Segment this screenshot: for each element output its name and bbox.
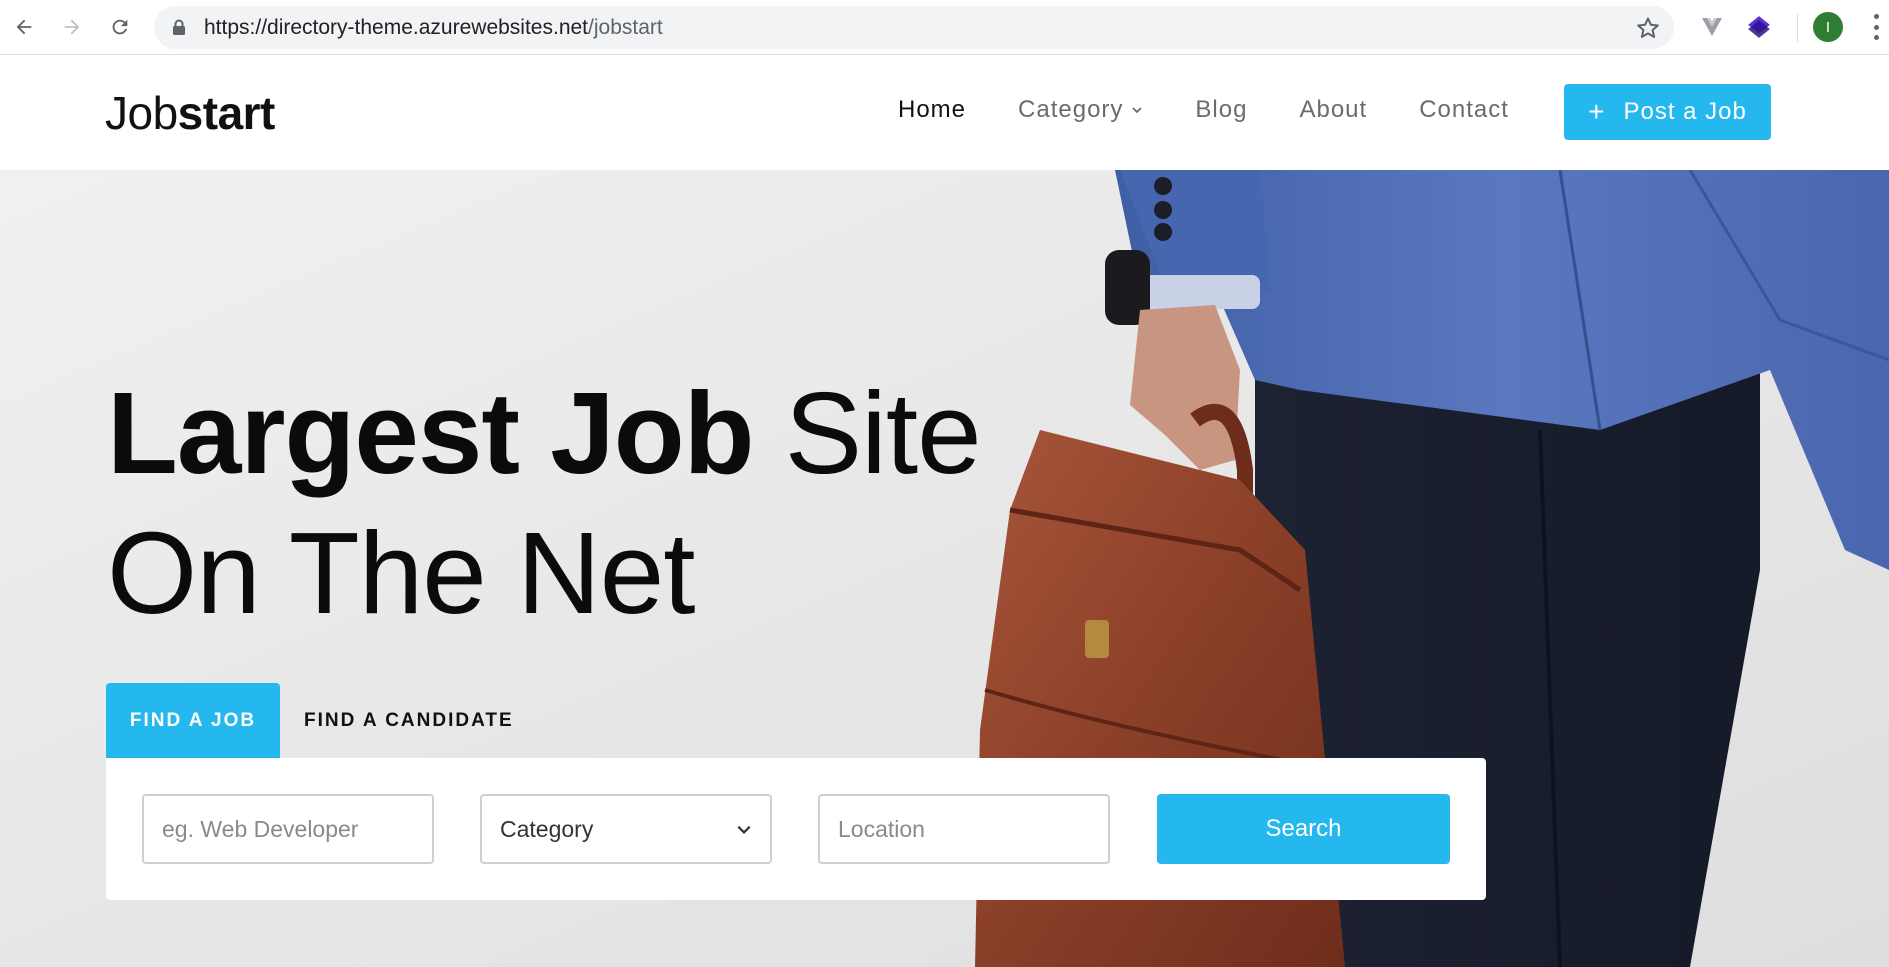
tab-find-a-candidate[interactable]: FIND A CANDIDATE [280,683,538,758]
bookmark-star-icon[interactable] [1636,16,1660,40]
post-a-job-label: Post a Job [1623,98,1747,125]
url-path: /jobstart [588,16,663,39]
location-field[interactable] [818,794,1110,864]
nav-about[interactable]: About [1299,96,1367,124]
vue-icon [1702,18,1722,36]
main-navigation: Home Category Blog About Contact [898,96,1561,124]
address-bar[interactable]: https://directory-theme.azurewebsites.ne… [154,6,1674,49]
back-button[interactable] [10,13,38,41]
headline-light: Site [753,368,982,498]
profile-avatar[interactable]: I [1813,12,1843,42]
layers-icon [1748,16,1770,38]
location-input[interactable] [838,815,1108,843]
tab-find-a-job[interactable]: FIND A JOB [106,683,280,758]
browser-toolbar: https://directory-theme.azurewebsites.ne… [0,0,1889,55]
hero-section: Largest Job Site On The Net FIND A JOB F… [0,170,1889,967]
category-select-value: Category [500,815,594,842]
arrow-left-icon [16,19,32,35]
logo-bold-text: start [177,87,276,139]
lock-icon [173,19,185,35]
headline-line-2: On The Net [107,508,696,638]
hero-headline: Largest Job Site On The Net [107,363,982,643]
post-a-job-button[interactable]: + Post a Job [1564,84,1771,140]
toolbar-divider [1797,14,1798,42]
nav-contact[interactable]: Contact [1419,96,1509,124]
layers-extension[interactable] [1744,12,1774,42]
nav-category-label: Category [1018,96,1124,123]
search-mode-tabs: FIND A JOB FIND A CANDIDATE [106,683,538,758]
nav-category[interactable]: Category [1018,96,1143,124]
category-select[interactable]: Category [480,794,772,864]
keyword-field[interactable] [142,794,434,864]
reload-icon [112,19,128,35]
logo-regular-text: Job [105,87,178,139]
browser-menu-button[interactable] [1872,14,1880,40]
arrow-right-icon [64,19,80,35]
site-header: Jobstart Home Category Blog About Contac… [0,56,1889,170]
chevron-down-icon [1132,107,1143,114]
vue-devtools-extension[interactable] [1697,12,1727,42]
site-logo[interactable]: Jobstart [105,86,275,140]
reload-button[interactable] [106,13,134,41]
nav-blog[interactable]: Blog [1195,96,1247,124]
plus-icon: + [1588,96,1606,127]
forward-button[interactable] [58,13,86,41]
address-url: https://directory-theme.azurewebsites.ne… [204,16,663,40]
headline-bold: Largest Job [107,368,754,498]
chevron-down-icon [737,825,751,835]
job-search-form: Category Search [106,758,1486,900]
url-host: https://directory-theme.azurewebsites.ne… [204,16,589,39]
nav-home[interactable]: Home [898,96,966,124]
search-button[interactable]: Search [1157,794,1450,864]
keyword-input[interactable] [162,815,432,843]
